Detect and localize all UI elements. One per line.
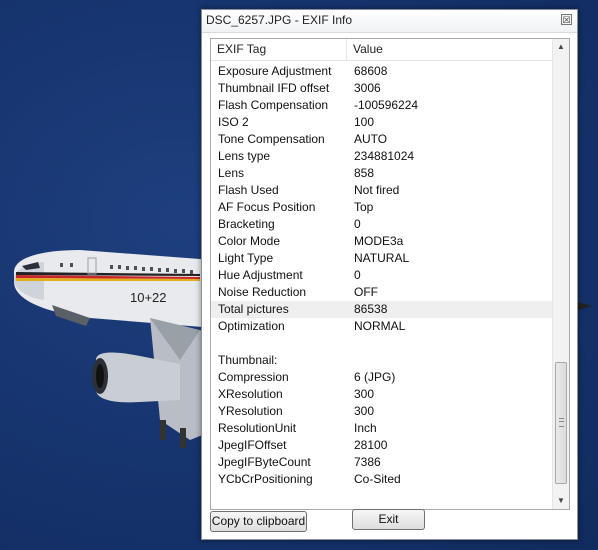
exif-value-cell: Not fired [354,183,400,197]
exif-tag-cell: Flash Compensation [218,98,329,112]
column-header-exif-tag[interactable]: EXIF Tag [211,39,347,60]
exif-value-cell: 68608 [354,64,388,78]
table-row[interactable]: ISO 2 100 [211,114,552,131]
exif-tag-cell: XResolution [218,387,283,401]
scroll-up-arrow-icon[interactable]: ▲ [553,39,569,55]
exif-tag-cell: Lens [218,166,245,180]
exif-value-cell: Co-Sited [354,472,401,486]
table-row[interactable]: Flash Compensation -100596224 [211,97,552,114]
exif-value-cell: NORMAL [354,319,406,333]
table-row[interactable]: Color Mode MODE3a [211,233,552,250]
exif-value-cell: Top [354,200,374,214]
exif-tag-cell: Total pictures [218,302,289,316]
title-bar[interactable]: DSC_6257.JPG - EXIF Info ☒ [202,10,577,33]
exif-tag-cell: Lens type [218,149,271,163]
exif-list-view[interactable]: EXIF Tag Value Exposure Adjustment 68608 T… [210,38,570,510]
exif-value-cell: 858 [354,166,375,180]
table-row[interactable]: Thumbnail: [211,352,552,369]
list-rows: Exposure Adjustment 68608 Thumbnail IFD of… [211,63,552,488]
copy-to-clipboard-button[interactable]: Copy to clipboard [210,511,307,532]
exif-value-cell: 0 [354,268,361,282]
exif-value-cell: 0 [354,217,361,231]
exif-value-cell: 300 [354,387,375,401]
scroll-down-arrow-icon[interactable]: ▼ [553,493,569,509]
exif-info-window: DSC_6257.JPG - EXIF Info ☒ EXIF Tag Valu… [201,9,578,540]
table-row[interactable]: Compression 6 (JPG) [211,369,552,386]
exif-value-cell: 7386 [354,455,381,469]
exif-value-cell: -100596224 [354,98,419,112]
exif-tag-cell: Exposure Adjustment [218,64,332,78]
exif-tag-cell: ResolutionUnit [218,421,297,435]
exif-tag-cell: YResolution [218,404,283,418]
exif-value-cell: 234881024 [354,149,415,163]
aircraft-registration: 10+22 [130,290,167,305]
table-row[interactable]: YCbCrPositioning Co-Sited [211,471,552,488]
table-row[interactable]: Thumbnail IFD offset 3006 [211,80,552,97]
exif-tag-cell: JpegIFOffset [218,438,287,452]
exif-tag-cell: Noise Reduction [218,285,307,299]
exit-button[interactable]: Exit [352,509,425,530]
table-row[interactable]: Tone Compensation AUTO [211,131,552,148]
exif-tag-cell: Thumbnail: [218,353,278,367]
exif-tag-cell: Light Type [218,251,274,265]
exif-value-cell: 86538 [354,302,388,316]
table-row[interactable] [211,335,552,352]
exif-value-cell: 3006 [354,81,381,95]
close-icon[interactable]: ☒ [561,14,572,25]
exif-tag-cell: Hue Adjustment [218,268,303,282]
vertical-scrollbar[interactable]: ▲ ▼ [552,39,569,509]
scrollbar-thumb[interactable] [555,362,567,484]
table-row[interactable]: Bracketing 0 [211,216,552,233]
table-row[interactable]: Lens 858 [211,165,552,182]
table-row[interactable]: Optimization NORMAL [211,318,552,335]
exif-value-cell: AUTO [354,132,388,146]
exif-tag-cell: Bracketing [218,217,275,231]
table-row[interactable]: Flash Used Not fired [211,182,552,199]
table-row[interactable]: Hue Adjustment 0 [211,267,552,284]
exif-tag-cell: Compression [218,370,289,384]
table-row[interactable]: XResolution 300 [211,386,552,403]
table-row[interactable]: Total pictures 86538 [211,301,552,318]
table-row[interactable]: Light Type NATURAL [211,250,552,267]
table-row[interactable]: Lens type 234881024 [211,148,552,165]
window-title: DSC_6257.JPG - EXIF Info [206,13,353,27]
table-row[interactable]: JpegIFByteCount 7386 [211,454,552,471]
column-header-value[interactable]: Value [347,39,552,60]
exif-value-cell: 300 [354,404,375,418]
table-row[interactable]: AF Focus Position Top [211,199,552,216]
table-row[interactable]: JpegIFOffset 28100 [211,437,552,454]
grip-icon [559,418,564,427]
exif-value-cell: 100 [354,115,375,129]
exif-tag-cell: ISO 2 [218,115,249,129]
exif-value-cell: OFF [354,285,378,299]
exif-tag-cell: Flash Used [218,183,279,197]
exif-tag-cell: Color Mode [218,234,281,248]
exif-tag-cell: Optimization [218,319,285,333]
exif-tag-cell: JpegIFByteCount [218,455,311,469]
exif-value-cell: 28100 [354,438,388,452]
exif-tag-cell: YCbCrPositioning [218,472,313,486]
exif-value-cell: 6 (JPG) [354,370,396,384]
table-row[interactable]: ResolutionUnit Inch [211,420,552,437]
table-row[interactable]: Noise Reduction OFF [211,284,552,301]
exif-tag-cell: AF Focus Position [218,200,316,214]
exif-tag-cell: Thumbnail IFD offset [218,81,330,95]
exif-value-cell: NATURAL [354,251,410,265]
exif-value-cell: Inch [354,421,377,435]
exif-value-cell: MODE3a [354,234,404,248]
table-row[interactable]: YResolution 300 [211,403,552,420]
exif-tag-cell: Tone Compensation [218,132,325,146]
list-header: EXIF Tag Value [211,39,552,61]
table-row[interactable]: Exposure Adjustment 68608 [211,63,552,80]
